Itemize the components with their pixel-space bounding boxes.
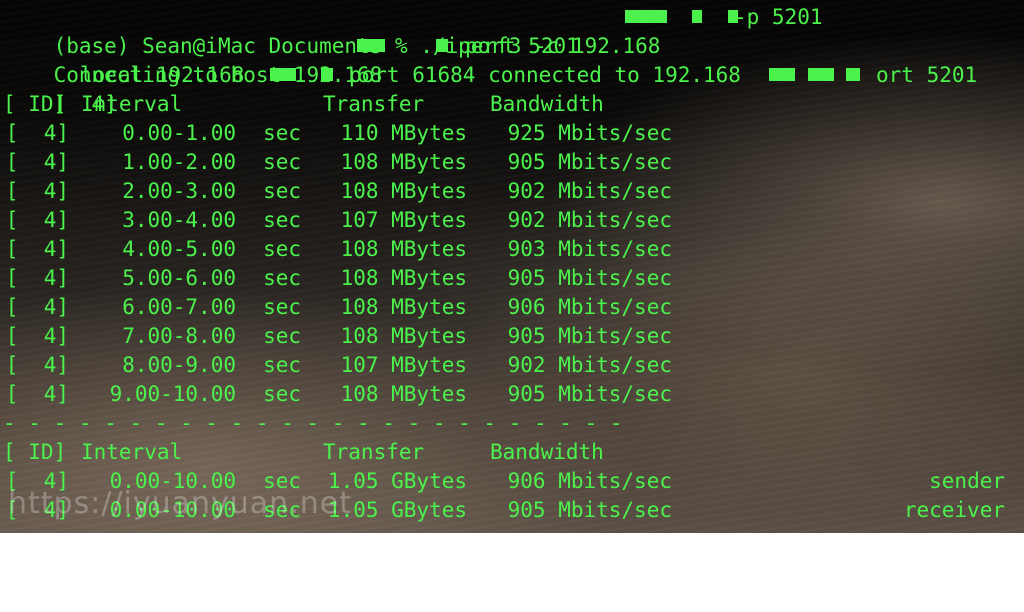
row-transfer: 108 MBytes (340, 266, 467, 290)
row-transfer: 108 MBytes (340, 382, 467, 406)
command-prompt-line: (base) Sean@iMac Documents % ./iperf3 -c… (3, 3, 823, 58)
row-bandwidth: 902 Mbits/sec (507, 208, 672, 232)
summary-bandwidth: 905 Mbits/sec (507, 498, 672, 522)
row-id: [ 4] (5, 208, 69, 232)
row-transfer: 108 MBytes (340, 295, 467, 319)
row-id: [ 4] (5, 121, 69, 145)
row-id: [ 4] (5, 324, 69, 348)
summary-header-bandwidth: Bandwidth (490, 440, 604, 464)
summary-header-id: [ ID] (3, 440, 67, 464)
table-header: [ ID] Interval Transfer Bandwidth (3, 90, 660, 119)
table-row: [ 4] 3.00-4.00 sec 107 MBytes 902 Mbits/sec (3, 206, 672, 235)
row-bandwidth: 905 Mbits/sec (507, 150, 672, 174)
row-unit: sec (263, 324, 301, 348)
row-unit: sec (263, 121, 301, 145)
row-interval: 2.00-3.00 (122, 179, 236, 203)
row-id: [ 4] (5, 353, 69, 377)
row-interval: 0.00-1.00 (122, 121, 236, 145)
local-connection-line: [ 4] local 192.168 port 61684 connected t… (3, 61, 978, 116)
site-watermark: https://iyuanyuan.net (8, 486, 352, 521)
row-interval: 5.00-6.00 (122, 266, 236, 290)
row-id: [ 4] (5, 266, 69, 290)
row-unit: sec (263, 382, 301, 406)
header-bandwidth: Bandwidth (490, 92, 604, 116)
table-row: [ 4] 6.00-7.00 sec 108 MBytes 906 Mbits/sec (3, 293, 672, 322)
row-transfer: 108 MBytes (340, 324, 467, 348)
row-id: [ 4] (5, 237, 69, 261)
row-unit: sec (263, 150, 301, 174)
header-id: [ ID] (3, 92, 67, 116)
connecting-line: Connecting to host 192.168 port 5201 (3, 32, 660, 87)
header-transfer: Transfer (323, 92, 425, 116)
summary-role: sender (929, 469, 1005, 493)
row-unit: sec (263, 353, 301, 377)
row-bandwidth: 925 Mbits/sec (507, 121, 672, 145)
summary-header: [ ID] Interval Transfer Bandwidth (3, 438, 660, 467)
row-interval: 9.00-10.00 (109, 382, 236, 406)
table-row: [ 4] 8.00-9.00 sec 107 MBytes 902 Mbits/sec (3, 351, 672, 380)
row-unit: sec (263, 208, 301, 232)
row-interval: 4.00-5.00 (122, 237, 236, 261)
row-id: [ 4] (5, 179, 69, 203)
row-transfer: 107 MBytes (340, 353, 467, 377)
redacted-ip-mask (769, 61, 861, 90)
row-bandwidth: 902 Mbits/sec (507, 353, 672, 377)
table-row: [ 4] 4.00-5.00 sec 108 MBytes 903 Mbits/sec (3, 235, 672, 264)
terminal-output[interactable]: (base) Sean@iMac Documents % ./iperf3 -c… (3, 3, 1005, 525)
row-bandwidth: 905 Mbits/sec (507, 382, 672, 406)
row-bandwidth: 903 Mbits/sec (507, 237, 672, 261)
row-id: [ 4] (5, 295, 69, 319)
table-row: [ 4] 0.00-1.00 sec 110 MBytes 925 Mbits/sec (3, 119, 672, 148)
redacted-ip-mask (625, 3, 738, 32)
header-interval: Interval (81, 92, 183, 116)
prompt-args: -p 5201 (734, 5, 823, 29)
row-unit: sec (263, 179, 301, 203)
row-unit: sec (263, 295, 301, 319)
table-row: [ 4] 1.00-2.00 sec 108 MBytes 905 Mbits/sec (3, 148, 672, 177)
summary-header-interval: Interval (81, 440, 183, 464)
row-transfer: 107 MBytes (340, 208, 467, 232)
table-row: [ 4] 5.00-6.00 sec 108 MBytes 905 Mbits/sec (3, 264, 672, 293)
row-interval: 7.00-8.00 (122, 324, 236, 348)
row-interval: 6.00-7.00 (122, 295, 236, 319)
summary-header-transfer: Transfer (323, 440, 425, 464)
remote-port: ort 5201 (876, 63, 978, 87)
row-bandwidth: 902 Mbits/sec (507, 179, 672, 203)
row-unit: sec (263, 266, 301, 290)
row-bandwidth: 905 Mbits/sec (507, 324, 672, 348)
table-row: [ 4] 9.00-10.00 sec 108 MBytes 905 Mbits/sec (3, 380, 672, 409)
row-transfer: 110 MBytes (340, 121, 467, 145)
row-id: [ 4] (5, 150, 69, 174)
connecting-port: port 5201 (465, 34, 579, 58)
row-transfer: 108 MBytes (340, 150, 467, 174)
redacted-ip-mask (357, 32, 448, 61)
row-interval: 3.00-4.00 (122, 208, 236, 232)
separator-line: - - - - - - - - - - - - - - - - - - - - … (3, 411, 623, 435)
summary-bandwidth: 906 Mbits/sec (507, 469, 672, 493)
row-interval: 8.00-9.00 (122, 353, 236, 377)
redacted-ip-mask (270, 61, 334, 90)
row-id: [ 4] (5, 382, 69, 406)
row-interval: 1.00-2.00 (122, 150, 236, 174)
row-transfer: 108 MBytes (340, 237, 467, 261)
row-unit: sec (263, 237, 301, 261)
local-address: local 192.168 (80, 63, 245, 87)
row-bandwidth: 906 Mbits/sec (507, 295, 672, 319)
table-row: [ 4] 2.00-3.00 sec 108 MBytes 902 Mbits/sec (3, 177, 672, 206)
summary-role: receiver (903, 498, 1005, 522)
local-port-connected: port 61684 connected to 192.168 (349, 63, 741, 87)
table-row: [ 4] 7.00-8.00 sec 108 MBytes 905 Mbits/sec (3, 322, 672, 351)
row-bandwidth: 905 Mbits/sec (507, 266, 672, 290)
row-transfer: 108 MBytes (340, 179, 467, 203)
